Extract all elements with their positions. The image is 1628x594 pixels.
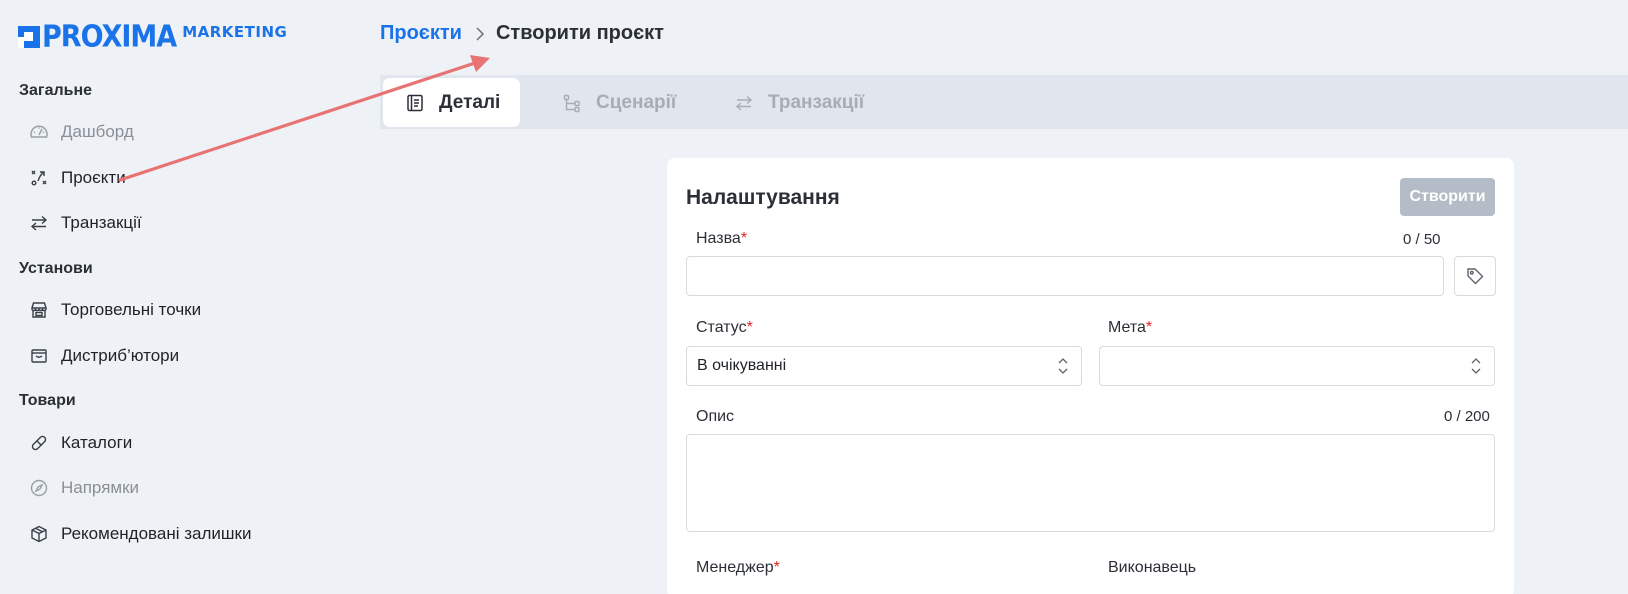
pill-icon (28, 432, 50, 454)
brand-logo[interactable]: PROXIMA MARKETING (18, 19, 288, 55)
compass-icon (28, 477, 50, 499)
brand-name: PROXIMA (42, 19, 177, 55)
required-mark: * (1145, 319, 1153, 336)
breadcrumb-projects-link[interactable]: Проєкти (380, 22, 462, 45)
transfer-arrows-icon (734, 93, 754, 113)
sidebar-item-projects[interactable]: Проєкти (28, 167, 126, 189)
gauge-icon (28, 121, 50, 143)
page-title: Створити проєкт (495, 22, 664, 44)
sidebar-item-transactions[interactable]: Транзакції (28, 212, 142, 234)
sidebar-item-recommended-stock[interactable]: Рекомендовані залишки (28, 523, 251, 545)
description-textarea[interactable] (686, 434, 1495, 532)
required-mark: * (740, 230, 748, 247)
sidebar-item-label: Дашборд (61, 122, 134, 141)
tab-label: Сценарії (596, 91, 677, 113)
tag-icon (1465, 266, 1485, 286)
sidebar-item-label: Транзакції (61, 213, 142, 232)
select-arrows-icon (1470, 355, 1482, 377)
status-select-value: В очікуванні (697, 357, 787, 374)
sidebar: PROXIMA MARKETING Загальне Дашборд Проєк… (0, 0, 360, 594)
breadcrumb: Проєкти Створити проєкт (380, 22, 664, 45)
sidebar-item-outlets[interactable]: Торговельні точки (28, 299, 201, 321)
executor-label: Виконавець (1108, 559, 1197, 576)
select-arrows-icon (1057, 355, 1069, 377)
section-title-goods: Товари (19, 392, 76, 409)
goal-select[interactable] (1099, 346, 1495, 386)
tab-label: Деталі (439, 91, 501, 113)
tag-button[interactable] (1454, 256, 1496, 296)
required-mark: * (746, 319, 753, 336)
sidebar-item-catalogs[interactable]: Каталоги (28, 432, 132, 454)
flow-icon (562, 93, 582, 113)
tab-bar: Деталі Сценарії Транзакції (380, 75, 1628, 129)
transfer-arrows-icon (28, 212, 50, 234)
card-title: Налаштування (686, 186, 840, 209)
name-char-counter: 0 / 50 (1403, 231, 1441, 248)
status-label: Статус* (696, 319, 753, 336)
archive-box-icon (28, 345, 50, 367)
sidebar-item-dashboard[interactable]: Дашборд (28, 121, 134, 143)
create-button[interactable]: Створити (1400, 178, 1495, 216)
section-title-general: Загальне (19, 82, 93, 99)
status-select[interactable]: В очікуванні (686, 346, 1082, 386)
package-icon (28, 523, 50, 545)
tab-scenarios[interactable]: Сценарії (562, 78, 676, 127)
goal-label: Мета* (1108, 319, 1153, 336)
chevron-right-icon (475, 26, 485, 42)
sidebar-item-label: Проєкти (61, 168, 126, 187)
required-mark: * (773, 559, 780, 576)
sidebar-item-distributors[interactable]: Дистриб’ютори (28, 345, 179, 367)
sidebar-item-directions[interactable]: Напрямки (28, 477, 139, 499)
description-char-counter: 0 / 200 (1444, 408, 1490, 425)
name-label: Назва* (696, 230, 748, 247)
settings-card: Налаштування Створити Назва* 0 / 50 Стат… (667, 158, 1514, 594)
manager-label: Менеджер* (696, 559, 780, 576)
description-label: Опис (696, 408, 735, 425)
brand-sub: MARKETING (182, 23, 288, 41)
sidebar-item-label: Торговельні точки (61, 300, 202, 319)
document-icon (405, 93, 425, 113)
section-title-institutions: Установи (19, 260, 93, 277)
tab-transactions[interactable]: Транзакції (734, 78, 864, 127)
sidebar-item-label: Рекомендовані залишки (61, 524, 252, 543)
sidebar-item-label: Напрямки (61, 478, 140, 497)
logo-mark-icon (18, 26, 40, 48)
strategy-icon (28, 167, 50, 189)
name-input[interactable] (686, 256, 1444, 296)
store-icon (28, 299, 50, 321)
sidebar-item-label: Каталоги (61, 433, 133, 452)
tab-label: Транзакції (768, 91, 865, 113)
tab-details[interactable]: Деталі (383, 78, 521, 127)
sidebar-item-label: Дистриб’ютори (61, 346, 180, 365)
